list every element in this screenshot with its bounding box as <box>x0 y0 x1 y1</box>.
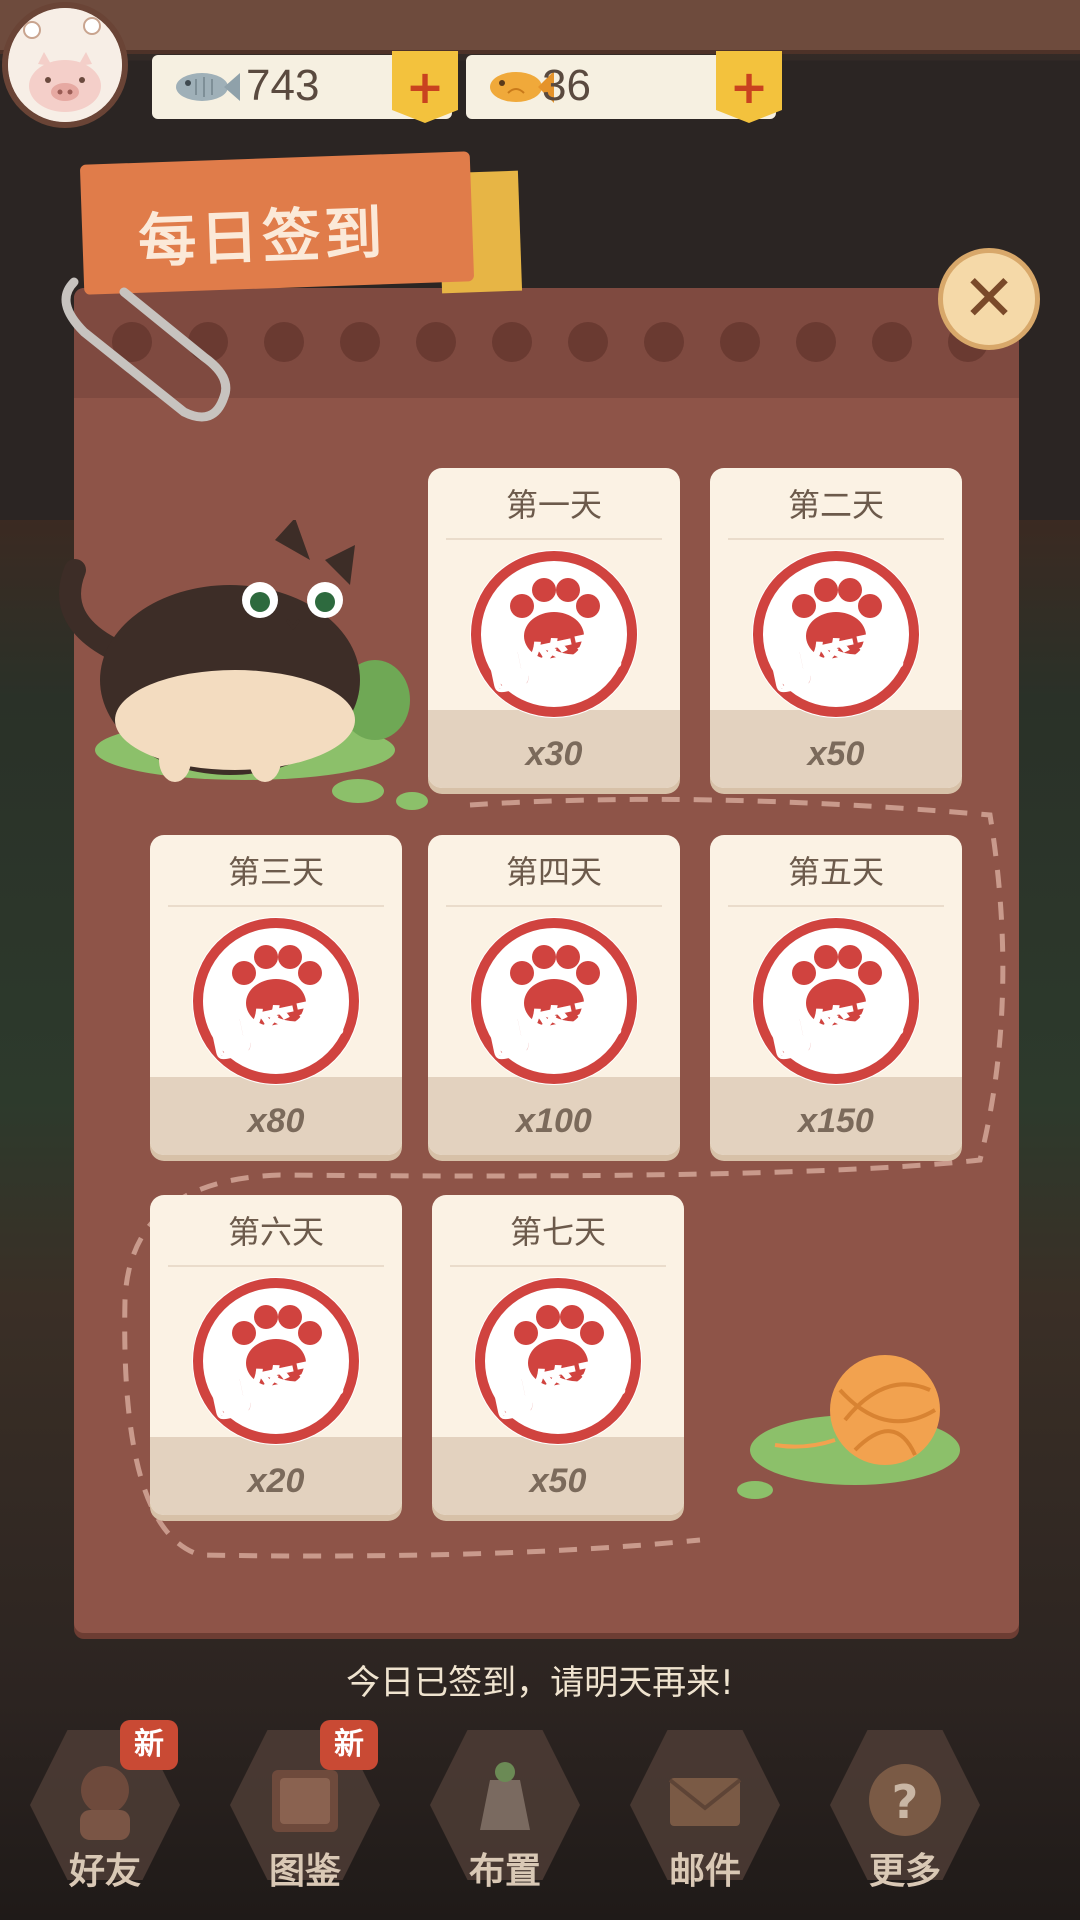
friends-icon <box>80 1766 130 1840</box>
svg-text:?: ? <box>892 1775 919 1829</box>
day-label: 第六天 <box>227 1213 324 1251</box>
day-label: 第三天 <box>227 853 324 891</box>
day-label: 第四天 <box>505 853 602 891</box>
reward-amount: x30 <box>525 735 583 773</box>
new-badge: 新 <box>120 1720 178 1770</box>
nav-label: 好友 <box>68 1851 141 1892</box>
nav-more[interactable]: ? 更多 <box>820 1720 990 1920</box>
book-icon <box>272 1770 338 1832</box>
day-card-1[interactable]: 第一天 已签到 x30 <box>428 468 680 788</box>
card-divider <box>450 1265 666 1267</box>
reward-amount: x100 <box>516 1102 592 1140</box>
card-divider <box>728 538 944 540</box>
yarn-ball-illustration <box>737 1355 960 1499</box>
checkin-status-message: 今日已签到，请明天再来! <box>346 1663 734 1703</box>
reward-amount: x50 <box>807 735 865 773</box>
nav-label: 布置 <box>468 1851 541 1892</box>
card-divider <box>728 905 944 907</box>
reward-amount: x20 <box>247 1462 305 1500</box>
day-card-3[interactable]: 第三天 已签到 x80 <box>150 835 402 1155</box>
new-badge: 新 <box>320 1720 378 1770</box>
cat-illustration <box>59 520 410 782</box>
reward-amount: x80 <box>247 1102 305 1140</box>
nav-label: 邮件 <box>668 1851 741 1892</box>
nav-mail[interactable]: 邮件 <box>620 1720 790 1920</box>
reward-amount: x50 <box>529 1462 587 1500</box>
day-card-7[interactable]: 第七天 已签到 x50 <box>432 1195 684 1515</box>
nav-label: 更多 <box>868 1851 941 1892</box>
day-label: 第一天 <box>505 486 602 524</box>
grass-decoration <box>332 779 428 810</box>
day-card-5[interactable]: 第五天 已签到 x150 <box>710 835 962 1155</box>
day-label: 第七天 <box>509 1213 606 1251</box>
day-card-4[interactable]: 第四天 已签到 x100 <box>428 835 680 1155</box>
nav-label: 图鉴 <box>268 1851 341 1892</box>
card-divider <box>168 905 384 907</box>
card-divider <box>168 1265 384 1267</box>
mail-icon <box>668 1778 742 1826</box>
card-divider <box>446 538 662 540</box>
nav-decorate[interactable]: 布置 <box>420 1720 590 1920</box>
more-question-icon: ? <box>869 1764 941 1836</box>
nav-collection[interactable]: 新 图鉴 <box>220 1720 390 1920</box>
day-card-2[interactable]: 第二天 已签到 x50 <box>710 468 962 788</box>
reward-amount: x150 <box>798 1102 874 1140</box>
vase-icon <box>480 1762 530 1830</box>
day-card-6[interactable]: 第六天 已签到 x20 <box>150 1195 402 1515</box>
card-divider <box>446 905 662 907</box>
nav-friends[interactable]: 新 好友 <box>20 1720 190 1920</box>
day-label: 第二天 <box>787 486 884 524</box>
day-label: 第五天 <box>787 853 884 891</box>
